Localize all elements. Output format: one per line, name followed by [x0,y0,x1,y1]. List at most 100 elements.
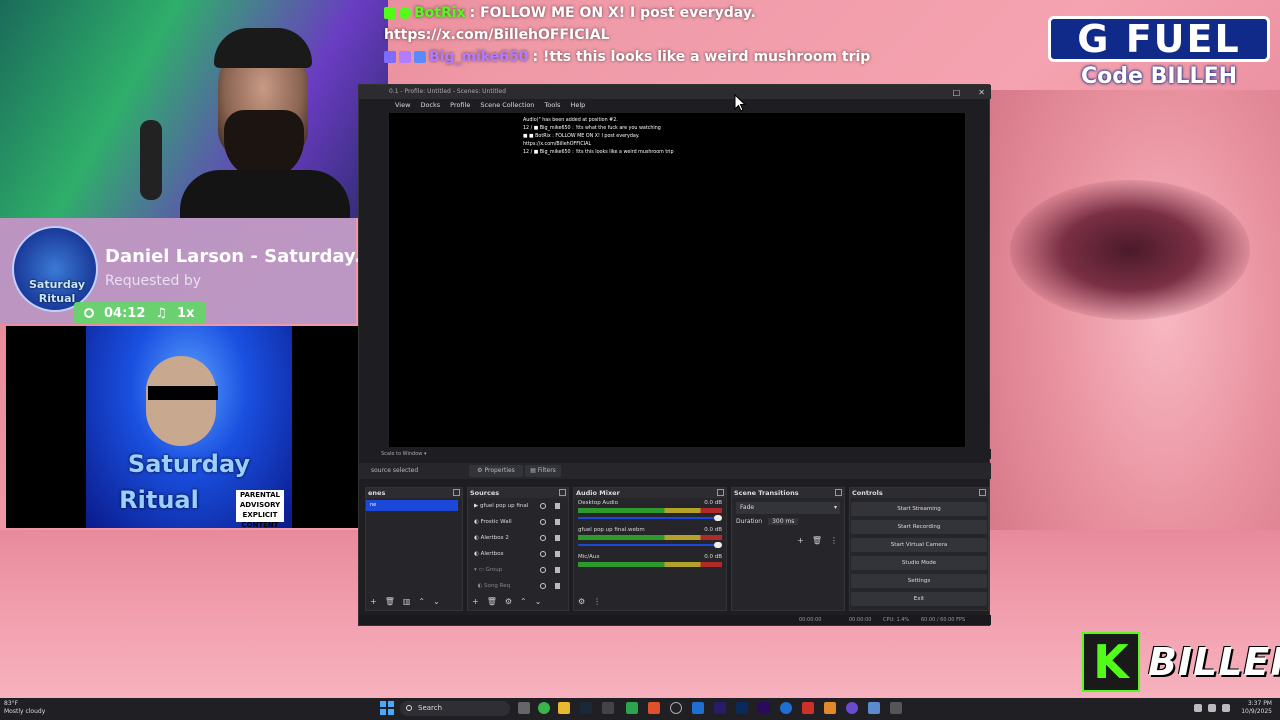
chrome-icon[interactable] [538,702,550,714]
chevron-up-icon[interactable] [1194,704,1202,712]
preview-chat-line: ■ ■ BotRix : FOLLOW ME ON X! I post ever… [523,134,640,139]
eye-icon[interactable] [540,551,546,557]
source-item[interactable]: ▾ ▭ Group [468,562,568,578]
app-icon[interactable] [626,702,638,714]
weather-widget[interactable]: 83°F Mostly cloudy [4,700,45,716]
transition-select[interactable]: Fade ▾ [736,502,840,514]
source-item[interactable]: ◐ Alertbox [468,546,568,562]
app-icon[interactable] [868,702,880,714]
eye-icon[interactable] [540,503,546,509]
premiere-icon[interactable] [758,702,770,714]
start-virtual-camera-button[interactable]: Start Virtual Camera [851,538,987,552]
undock-icon[interactable] [559,489,566,496]
app-icon[interactable] [780,702,792,714]
filters-button[interactable]: ▤ Filters [525,465,561,477]
scenes-toolbar: + 🗑 ▥ ⌃ ⌄ [370,597,440,606]
mixer-channel-name: Mic/Aux [578,554,600,560]
more-icon[interactable]: ⋮ [593,597,601,606]
app-icon[interactable] [824,702,836,714]
trash-icon[interactable]: 🗑 [385,597,395,606]
add-icon[interactable]: + [797,536,804,545]
taskbar-search[interactable]: Search [400,701,510,716]
slider-knob[interactable] [714,515,722,521]
exit-button[interactable]: Exit [851,592,987,606]
obs-window[interactable]: 0.1 - Profile: Untitled - Scenes: Untitl… [358,84,991,626]
menu-view[interactable]: View [395,99,410,111]
trash-icon[interactable]: 🗑 [812,536,822,545]
obs-preview[interactable]: Audio)" has been added at position #2. 1… [389,113,965,447]
source-label: Alertbox 2 [480,535,509,541]
add-icon[interactable]: + [472,597,479,606]
undock-icon[interactable] [717,489,724,496]
volume-slider[interactable] [578,515,722,521]
scale-dropdown[interactable]: Scale to Window ▾ [359,449,991,459]
network-icon[interactable] [1222,704,1230,712]
chat-username: Big_mike650 [429,49,529,65]
down-icon[interactable]: ⌄ [535,597,542,606]
trash-icon[interactable]: 🗑 [487,597,497,606]
more-icon[interactable]: ⋮ [830,536,838,545]
start-recording-button[interactable]: Start Recording [851,520,987,534]
eye-icon[interactable] [540,519,546,525]
obs-taskbar-icon[interactable] [602,702,614,714]
record-time: 00:00:00 [849,617,872,623]
eye-icon[interactable] [540,583,546,589]
start-button[interactable] [380,701,394,715]
source-item[interactable]: ▶ gfuel pop up final [468,498,568,514]
after-effects-icon[interactable] [714,702,726,714]
config-icon[interactable]: ▥ [403,597,411,606]
lock-icon[interactable] [555,551,560,557]
obs-icon[interactable] [670,702,682,714]
sponsor-code: Code BILLEH [1080,64,1238,89]
menu-docks[interactable]: Docks [420,99,440,111]
menu-tools[interactable]: Tools [544,99,560,111]
menu-help[interactable]: Help [570,99,585,111]
preview-chat-line: 12 / ■ Big_mike650 : !tts what the fuck … [523,126,661,131]
taskbar-clock[interactable]: 3:37 PM 10/9/2025 [1241,700,1272,716]
add-icon[interactable]: + [370,597,377,606]
up-icon[interactable]: ⌃ [520,597,527,606]
mixer-level: 0.0 dB [704,554,722,560]
app-icon[interactable] [692,702,704,714]
lock-icon[interactable] [555,583,560,589]
source-item[interactable]: ◐ Song Req [468,578,568,594]
lock-icon[interactable] [555,519,560,525]
properties-button[interactable]: ⚙ Properties [469,465,523,477]
close-icon[interactable]: ✕ [978,86,985,100]
eye-icon[interactable] [540,567,546,573]
gear-icon[interactable]: ⚙ [505,597,512,606]
undock-icon[interactable] [453,489,460,496]
steam-icon[interactable] [580,702,592,714]
menu-scene-collection[interactable]: Scene Collection [480,99,534,111]
lock-icon[interactable] [555,535,560,541]
duration-input[interactable]: 300 ms [768,518,799,525]
up-icon[interactable]: ⌃ [418,597,425,606]
slider-knob[interactable] [714,542,722,548]
volume-icon[interactable] [1208,704,1216,712]
eye-icon[interactable] [540,535,546,541]
undock-icon[interactable] [979,489,986,496]
obs-statusbar: 00:00:00 00:00:00 CPU: 1.4% 60.00 / 60.0… [359,615,991,625]
maximize-icon[interactable]: □ [953,86,961,100]
lock-icon[interactable] [555,503,560,509]
photoshop-icon[interactable] [736,702,748,714]
task-view-icon[interactable] [518,702,530,714]
lock-icon[interactable] [555,567,560,573]
settings-button[interactable]: Settings [851,574,987,588]
source-item[interactable]: ◐ Frostic Wall [468,514,568,530]
obs-titlebar[interactable]: 0.1 - Profile: Untitled - Scenes: Untitl… [359,85,991,99]
down-icon[interactable]: ⌄ [433,597,440,606]
studio-mode-button[interactable]: Studio Mode [851,556,987,570]
volume-slider[interactable] [578,542,722,548]
start-streaming-button[interactable]: Start Streaming [851,502,987,516]
scene-item-selected[interactable]: ne [366,500,458,511]
app-icon[interactable] [648,702,660,714]
app-icon[interactable] [802,702,814,714]
app-icon[interactable] [846,702,858,714]
menu-profile[interactable]: Profile [450,99,470,111]
file-explorer-icon[interactable] [558,702,570,714]
gear-icon[interactable]: ⚙ [578,597,585,606]
undock-icon[interactable] [835,489,842,496]
app-icon[interactable] [890,702,902,714]
source-item[interactable]: ◐ Alertbox 2 [468,530,568,546]
